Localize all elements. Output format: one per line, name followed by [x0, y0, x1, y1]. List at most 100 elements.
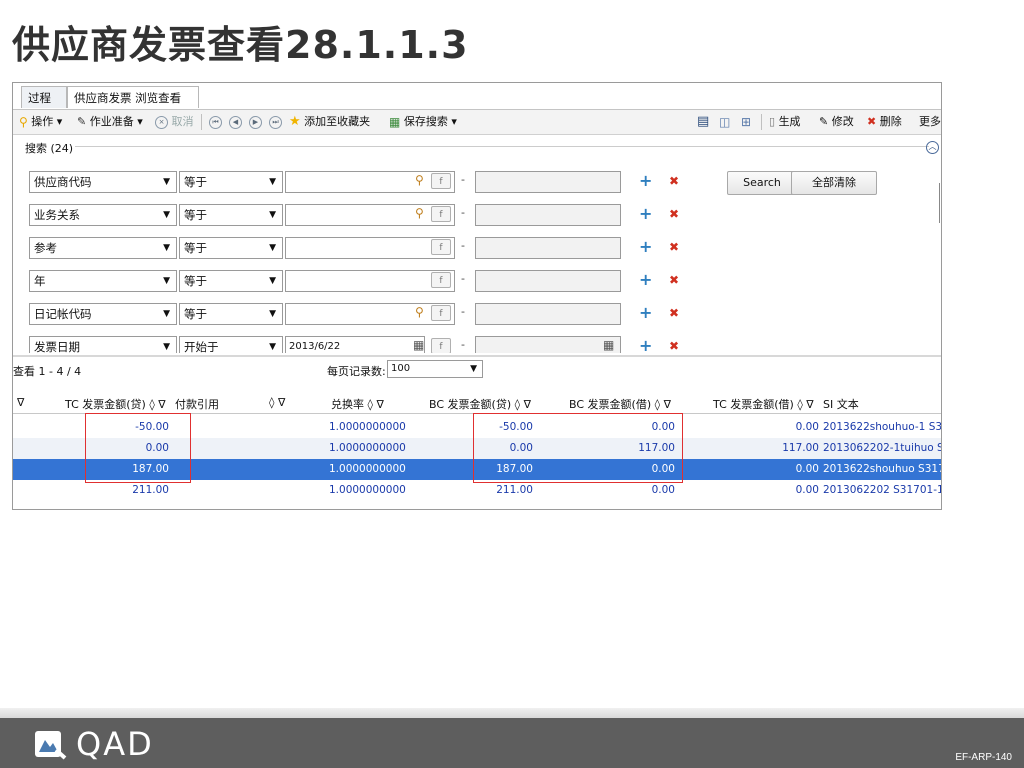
search-button[interactable]: Search	[727, 171, 797, 195]
function-button[interactable]: f	[431, 173, 451, 189]
calendar-icon[interactable]: ▦	[413, 337, 424, 353]
add-row-icon[interactable]: +	[639, 172, 652, 190]
function-button[interactable]: f	[431, 206, 451, 222]
chevron-down-icon: ▼	[163, 177, 170, 187]
prepare-menu[interactable]: ✎ 作业准备 ▾	[77, 110, 143, 134]
remove-row-icon[interactable]: ✖	[669, 238, 679, 256]
cell-tc-debit: 117.00	[782, 442, 819, 454]
operator-value: 等于	[184, 175, 207, 189]
operator-select[interactable]: 开始于 ▼	[179, 336, 283, 353]
remove-row-icon[interactable]: ✖	[669, 205, 679, 223]
column-header[interactable]: BC 发票金额(贷) ◊ ∇	[429, 396, 531, 412]
scrollbar[interactable]	[939, 183, 940, 223]
function-label: f	[439, 177, 443, 187]
field-select[interactable]: 业务关系 ▼	[29, 204, 177, 226]
value-input[interactable]	[285, 303, 455, 325]
per-page-select[interactable]: 100 ▼	[387, 360, 483, 378]
value2-input[interactable]	[475, 204, 621, 226]
chevron-down-icon: ▼	[470, 364, 477, 374]
value2-input[interactable]	[475, 171, 621, 193]
sort-icon: ◊	[654, 398, 661, 411]
field-select[interactable]: 日记帐代码 ▼	[29, 303, 177, 325]
function-button[interactable]: f	[431, 338, 451, 353]
save-search-menu[interactable]: ▦ 保存搜索 ▾	[389, 110, 457, 134]
tab-bar: 过程× 供应商发票 浏览查看 ×	[13, 83, 941, 127]
lookup-icon[interactable]: ⚲	[415, 173, 429, 187]
next-page-button[interactable]: ▶	[249, 110, 262, 134]
field-value: 发票日期	[34, 340, 80, 353]
operator-select[interactable]: 等于 ▼	[179, 270, 283, 292]
filter-icon: ∇	[806, 398, 814, 411]
date-input[interactable]: 2013/6/22	[285, 336, 425, 353]
filter-icon: ∇	[523, 398, 531, 411]
field-select[interactable]: 参考 ▼	[29, 237, 177, 259]
view-detail-button[interactable]: ◫	[719, 110, 730, 134]
value2-input[interactable]	[475, 270, 621, 292]
search-row: 日记帐代码 ▼ 等于 ▼ ⚲ f - + ✖	[13, 303, 941, 331]
table-row[interactable]: 211.00 1.0000000000 211.00 0.00 0.00 201…	[13, 480, 941, 501]
add-favorite-button[interactable]: ★ 添加至收藏夹	[289, 110, 370, 134]
generate-button[interactable]: ▯ 生成	[769, 110, 801, 134]
save-search-label: 保存搜索	[403, 115, 448, 128]
modify-button[interactable]: ✎ 修改	[819, 110, 854, 134]
cell-bc-debit: 0.00	[651, 484, 675, 496]
cancel-button[interactable]: × 取消	[155, 110, 194, 134]
column-header-controls[interactable]: ◊ ∇	[269, 396, 285, 409]
lookup-icon[interactable]: ⚲	[415, 305, 429, 319]
tab-process[interactable]: 过程×	[21, 86, 67, 127]
remove-row-icon[interactable]: ✖	[669, 271, 679, 289]
remove-row-icon[interactable]: ✖	[669, 337, 679, 353]
operator-select[interactable]: 等于 ▼	[179, 303, 283, 325]
view-grid-button[interactable]: ⊞	[741, 110, 751, 134]
operate-menu[interactable]: ⚲ 操作 ▾	[19, 110, 62, 134]
value-input[interactable]	[285, 270, 455, 292]
operator-select[interactable]: 等于 ▼	[179, 237, 283, 259]
value-input[interactable]	[285, 237, 455, 259]
function-button[interactable]: f	[431, 239, 451, 255]
field-select[interactable]: 供应商代码 ▼	[29, 171, 177, 193]
more-menu[interactable]: 更多	[919, 110, 941, 134]
field-select[interactable]: 发票日期 ▼	[29, 336, 177, 353]
cell-rate: 1.0000000000	[329, 442, 406, 454]
field-select[interactable]: 年 ▼	[29, 270, 177, 292]
value2-input[interactable]	[475, 303, 621, 325]
value-input[interactable]	[285, 204, 455, 226]
add-row-icon[interactable]: +	[639, 337, 652, 354]
calendar-icon[interactable]: ▦	[603, 337, 614, 353]
prev-page-button[interactable]: ◀	[229, 110, 242, 134]
column-header[interactable]: SI 文本	[823, 396, 859, 412]
toolbar-separator	[761, 114, 762, 130]
add-row-icon[interactable]: +	[639, 205, 652, 223]
view-list-button[interactable]: ▤	[697, 110, 709, 134]
column-header[interactable]: 付款引用	[175, 396, 219, 412]
column-header[interactable]: BC 发票金额(借) ◊ ∇	[569, 396, 671, 412]
operator-select[interactable]: 等于 ▼	[179, 204, 283, 226]
function-button[interactable]: f	[431, 305, 451, 321]
first-page-icon: ⏮	[209, 115, 222, 129]
tab-supplier-invoice-browse[interactable]: 供应商发票 浏览查看 ×	[67, 86, 199, 127]
lookup-icon[interactable]: ⚲	[415, 206, 429, 220]
value-input[interactable]	[285, 171, 455, 193]
add-row-icon[interactable]: +	[639, 271, 652, 289]
date2-input[interactable]	[475, 336, 621, 353]
new-document-icon: ▯	[769, 115, 776, 128]
column-header[interactable]: 兑换率 ◊ ∇	[331, 396, 384, 412]
operator-select[interactable]: 等于 ▼	[179, 171, 283, 193]
add-row-icon[interactable]: +	[639, 304, 652, 322]
last-page-button[interactable]: ⏭	[269, 110, 282, 134]
chevron-down-icon: ▼	[269, 243, 276, 253]
operator-value: 等于	[184, 208, 207, 222]
save-search-icon: ▦	[389, 115, 401, 129]
remove-row-icon[interactable]: ✖	[669, 304, 679, 322]
first-page-button[interactable]: ⏮	[209, 110, 222, 134]
column-header[interactable]: TC 发票金额(贷) ◊ ∇	[65, 396, 166, 412]
value2-input[interactable]	[475, 237, 621, 259]
filter-icon[interactable]: ∇	[17, 396, 24, 409]
column-header[interactable]: TC 发票金额(借) ◊ ∇	[713, 396, 814, 412]
collapse-icon[interactable]: ︿	[926, 141, 939, 154]
remove-row-icon[interactable]: ✖	[669, 172, 679, 190]
function-button[interactable]: f	[431, 272, 451, 288]
delete-button[interactable]: ✖ 删除	[867, 110, 902, 134]
add-row-icon[interactable]: +	[639, 238, 652, 256]
clear-all-button[interactable]: 全部清除	[791, 171, 877, 195]
